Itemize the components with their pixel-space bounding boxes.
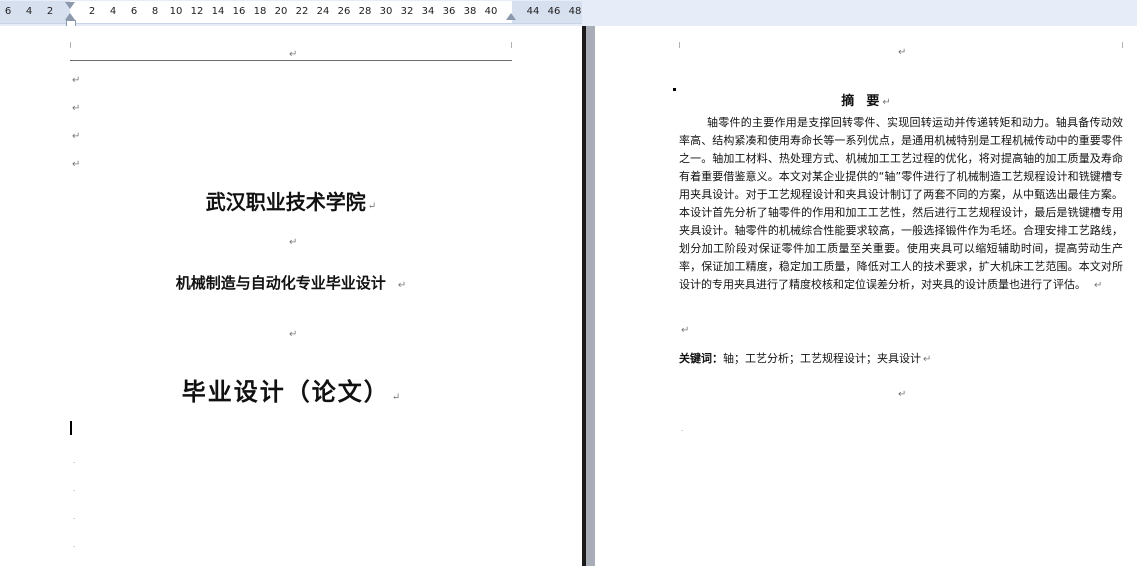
paragraph-mark: ↵ [289, 237, 298, 248]
keywords-line: 关键词：轴；工艺分析；工艺规程设计；夹具设计 ↵ [679, 351, 1123, 368]
paragraph-mark: ↵ [898, 47, 907, 58]
ruler-tick-label: 26 [337, 6, 351, 17]
paragraph-mark-small: . [73, 457, 76, 465]
paragraph-mark-small: . [73, 541, 76, 549]
paragraph-mark: ↵ [367, 201, 377, 212]
right-indent-marker[interactable] [506, 13, 516, 20]
keywords-label: 关键词： [679, 352, 723, 365]
school-title: 武汉职业技术学院 ↵ [0, 186, 582, 215]
ruler-tick-label: 22 [295, 6, 309, 17]
ruler-tick-label: 8 [151, 6, 159, 17]
thesis-title: 毕业设计（论文） ↵ [0, 372, 582, 407]
ruler-tick-label: 4 [109, 6, 117, 17]
ruler-tick-label: 16 [232, 6, 246, 17]
page-cover[interactable]: ↵ ↵ ↵ ↵ ↵ 武汉职业技术学院 ↵ ↵ 机械制造与自动化专业毕业设计 ↵ ↵ … [0, 26, 582, 566]
margin-corner-mark [1122, 42, 1123, 48]
ruler-tick-label: 40 [484, 6, 498, 17]
paragraph-mark: ↵ [923, 354, 932, 365]
paragraph-mark-small: . [681, 425, 684, 433]
ruler-tick-label: 48 [568, 6, 582, 17]
ruler-tick-label: 6 [130, 6, 138, 17]
hanging-indent-marker[interactable] [65, 13, 75, 20]
ruler-tick-label: 14 [211, 6, 225, 17]
header-rule [70, 60, 512, 61]
ruler-tick-label: 20 [274, 6, 288, 17]
first-line-indent-marker[interactable] [65, 2, 75, 9]
ruler-tick-label: 24 [316, 6, 330, 17]
abstract-title-text: 摘 要 [841, 94, 881, 109]
paragraph-mark-small: . [73, 485, 76, 493]
paragraph-mark: ↵ [1094, 280, 1103, 291]
paragraph-mark: ↵ [289, 49, 298, 60]
abstract-body: 轴零件的主要作用是支撑回转零件、实现回转运动并传递转矩和动力。轴具备传动效率高、… [679, 114, 1123, 295]
margin-corner-mark [679, 42, 680, 48]
paragraph-mark: ↵ [72, 103, 81, 114]
ruler-tick-label: 38 [463, 6, 477, 17]
paragraph-mark: ↵ [898, 389, 907, 400]
paragraph-mark-small: . [73, 513, 76, 521]
ruler-tick-label: 30 [379, 6, 393, 17]
school-title-text: 武汉职业技术学院 [205, 190, 366, 214]
major-title-text: 机械制造与自动化专业毕业设计 [175, 274, 386, 292]
page-gap [586, 26, 595, 566]
text-cursor [70, 421, 72, 435]
horizontal-ruler[interactable]: 6 4 2 2 4 6 8 10 12 14 16 18 20 22 24 26 28 30 32 34 36 38 40 4… [0, 0, 1137, 27]
paragraph-mark: ↵ [681, 325, 690, 336]
ruler-tick-label: 18 [253, 6, 267, 17]
ruler-tick-label: 6 [4, 6, 12, 17]
ruler-tick-label: 12 [190, 6, 204, 17]
ruler-tick-label: 32 [400, 6, 414, 17]
paragraph-mark: ↵ [882, 97, 891, 108]
thesis-title-text: 毕业设计（论文） [181, 377, 390, 406]
ruler-tick-label: 44 [526, 6, 540, 17]
keywords-text: 轴；工艺分析；工艺规程设计；夹具设计 [723, 352, 921, 365]
paragraph-mark: ↵ [391, 392, 401, 403]
ruler-tick-label: 46 [547, 6, 561, 17]
margin-corner-mark [511, 42, 512, 48]
ruler-strip[interactable]: 6 4 2 2 4 6 8 10 12 14 16 18 20 22 24 26 28 30 32 34 36 38 40 4… [0, 1, 582, 27]
paragraph-mark: ↵ [72, 131, 81, 142]
paragraph-mark: ↵ [397, 280, 407, 291]
paragraph-mark: ↵ [289, 329, 298, 340]
paragraph-mark: ↵ [72, 159, 81, 170]
ruler-tick-label: 4 [25, 6, 33, 17]
major-title: 机械制造与自动化专业毕业设计 ↵ [0, 272, 582, 293]
abstract-title: 摘 要 ↵ [595, 90, 1137, 109]
ruler-tick-label: 10 [169, 6, 183, 17]
page-abstract[interactable]: ↵ 摘 要 ↵ 轴零件的主要作用是支撑回转零件、实现回转运动并传递转矩和动力。轴具… [595, 26, 1137, 566]
ruler-tick-label: 36 [442, 6, 456, 17]
ruler-tick-label: 28 [358, 6, 372, 17]
ruler-tick-label: 34 [421, 6, 435, 17]
ruler-tick-label: 2 [46, 6, 54, 17]
ruler-tick-label: 2 [88, 6, 96, 17]
document-window: 6 4 2 2 4 6 8 10 12 14 16 18 20 22 24 26 28 30 32 34 36 38 40 4… [0, 0, 1137, 566]
margin-corner-mark [70, 42, 71, 48]
abstract-body-text: 轴零件的主要作用是支撑回转零件、实现回转运动并传递转矩和动力。轴具备传动效率高、… [679, 116, 1123, 291]
paragraph-mark: ↵ [72, 75, 81, 86]
